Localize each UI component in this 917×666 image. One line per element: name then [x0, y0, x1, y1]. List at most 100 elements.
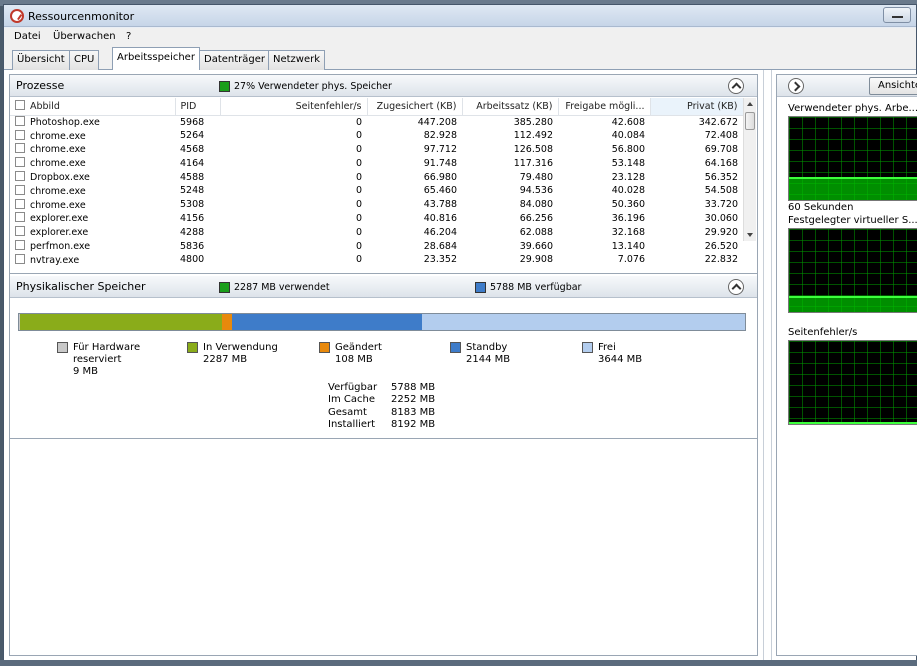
graph3-line	[789, 422, 917, 424]
tab-uebersicht[interactable]: Übersicht	[12, 50, 70, 70]
row-checkbox[interactable]	[15, 198, 25, 209]
table-row[interactable]: explorer.exe 4156 0 40.816 66.256 36.196 30.06…	[10, 212, 743, 226]
column-pid[interactable]: PID	[175, 98, 221, 116]
cell-5: 50.360	[611, 199, 645, 211]
menu-ueberwachen[interactable]: Überwachen	[53, 31, 116, 42]
row-checkbox[interactable]	[15, 116, 25, 127]
cell-2: 0	[355, 212, 362, 224]
views-button[interactable]: Ansichten	[869, 77, 917, 95]
resource-monitor-window: Ressourcenmonitor Datei Überwachen ? Übe…	[3, 4, 917, 661]
cell-6: 56.352	[704, 171, 738, 183]
table-row[interactable]: explorer.exe 4288 0 46.204 62.088 32.168 29.92…	[10, 225, 743, 239]
tab-cpu[interactable]: CPU	[69, 50, 100, 70]
row-checkbox[interactable]	[15, 212, 25, 223]
column-arbeitssatz[interactable]: Arbeitssatz (KB)	[462, 98, 559, 116]
tab-datentraeger[interactable]: Datenträger	[199, 50, 271, 70]
minimize-button[interactable]	[883, 7, 911, 23]
row-checkbox[interactable]	[15, 226, 25, 237]
table-row[interactable]: chrome.exe 5264 0 82.928 112.492 40.084 72.408	[10, 129, 743, 143]
table-row[interactable]: chrome.exe 5308 0 43.788 84.080 50.360 33.720	[10, 198, 743, 212]
cell-1: 5264	[180, 130, 205, 142]
tab-bar: Übersicht CPU Arbeitsspeicher Datenträge…	[4, 46, 916, 71]
row-checkbox[interactable]	[15, 171, 25, 182]
table-header-row: Abbild PID Seitenfehler/s Zugesichert (K…	[10, 98, 744, 116]
table-row[interactable]: perfmon.exe 5836 0 28.684 39.660 13.140 26.520	[10, 239, 743, 253]
left-pane: Prozesse 27% Verwendeter phys. Speicher …	[9, 74, 758, 656]
table-row[interactable]: chrome.exe 4568 0 97.712 126.508 56.800 69.708	[10, 143, 743, 157]
cell-3: 28.684	[423, 240, 457, 252]
processes-title: Prozesse	[16, 79, 65, 92]
graph3-label: Seitenfehler/s	[788, 327, 858, 338]
column-zugesichert[interactable]: Zugesichert (KB)	[367, 98, 463, 116]
process-name-cell: explorer.exe	[10, 225, 175, 239]
cell-4: 79.480	[519, 171, 553, 183]
used-summary: 2287 MB verwendet	[234, 282, 330, 293]
table-row[interactable]: chrome.exe 4164 0 91.748 117.316 53.148 64.168	[10, 156, 743, 170]
cell-4: 84.080	[519, 199, 553, 211]
column-freigabe[interactable]: Freigabe mögli...	[558, 98, 651, 116]
stat-total-value: 8183 MB	[391, 406, 436, 418]
page-faults-graph	[788, 340, 917, 425]
legend-in-use-value: 2287 MB	[203, 354, 248, 365]
legend-in-use-label: In Verwendung	[203, 342, 278, 353]
scroll-down-arrow-icon[interactable]	[747, 233, 753, 237]
cell-4: 385.280	[513, 116, 553, 128]
pane-splitter[interactable]	[763, 70, 772, 661]
cell-3: 40.816	[423, 212, 457, 224]
table-row[interactable]: chrome.exe 5248 0 65.460 94.536 40.028 54.508	[10, 184, 743, 198]
column-abbild[interactable]: Abbild	[10, 98, 176, 116]
cell-4: 66.256	[519, 212, 553, 224]
select-all-checkbox[interactable]	[15, 100, 25, 111]
tab-netzwerk[interactable]: Netzwerk	[268, 50, 326, 70]
process-name-cell: chrome.exe	[10, 184, 175, 198]
processes-scrollbar[interactable]	[743, 98, 756, 241]
title-bar[interactable]: Ressourcenmonitor	[4, 5, 916, 27]
legend-hardware-label2: reserviert	[73, 354, 122, 365]
graph2-fill	[789, 296, 917, 312]
cell-4: 62.088	[519, 226, 553, 238]
column-seitenfehler[interactable]: Seitenfehler/s	[220, 98, 368, 116]
table-row[interactable]: Dropbox.exe 4588 0 66.980 79.480 23.128 56.352	[10, 170, 743, 184]
toggle-graphs-icon[interactable]	[788, 78, 804, 94]
processes-header[interactable]: Prozesse 27% Verwendeter phys. Speicher	[10, 75, 757, 97]
row-checkbox[interactable]	[15, 143, 25, 154]
process-name: Dropbox.exe	[30, 172, 90, 184]
row-checkbox[interactable]	[15, 240, 25, 251]
graph1-time-label: 60 Sekunden	[788, 202, 854, 213]
table-row[interactable]: Photoshop.exe 5968 0 447.208 385.280 42.608 34…	[10, 115, 743, 129]
menu-bar: Datei Überwachen ?	[4, 28, 916, 46]
graph1-label: Verwendeter phys. Arbe...	[788, 103, 917, 114]
row-checkbox[interactable]	[15, 157, 25, 168]
cell-2: 0	[355, 199, 362, 211]
table-row[interactable]: nvtray.exe 4800 0 23.352 29.908 7.076 22.832	[10, 253, 743, 267]
legend-free-value: 3644 MB	[598, 354, 643, 365]
tab-arbeitsspeicher[interactable]: Arbeitsspeicher	[112, 47, 200, 71]
cell-3: 46.204	[423, 226, 457, 238]
row-checkbox[interactable]	[15, 129, 25, 140]
process-name-cell: Photoshop.exe	[10, 115, 175, 129]
cell-2: 0	[355, 240, 362, 252]
physical-memory-header[interactable]: Physikalischer Speicher 2287 MB verwende…	[10, 276, 757, 298]
collapse-physical-button[interactable]	[728, 279, 744, 295]
processes-panel: Prozesse 27% Verwendeter phys. Speicher …	[10, 75, 757, 274]
row-checkbox[interactable]	[15, 253, 25, 264]
column-privat[interactable]: Privat (KB)	[650, 98, 744, 116]
row-checkbox[interactable]	[15, 184, 25, 195]
scroll-thumb[interactable]	[745, 112, 755, 130]
menu-datei[interactable]: Datei	[14, 31, 41, 42]
cell-5: 56.800	[611, 143, 645, 155]
legend-modified-label: Geändert	[335, 342, 382, 353]
collapse-processes-button[interactable]	[728, 78, 744, 94]
cell-3: 43.788	[423, 199, 457, 211]
resource-monitor-icon	[10, 9, 24, 23]
graphs-header: Ansichten	[777, 75, 917, 97]
cell-5: 40.028	[611, 185, 645, 197]
cell-1: 4588	[180, 171, 205, 183]
scroll-up-arrow-icon[interactable]	[747, 102, 753, 106]
cell-3: 82.928	[423, 130, 457, 142]
commit-charge-graph	[788, 228, 917, 313]
menu-help[interactable]: ?	[126, 31, 131, 42]
legend-standby-value: 2144 MB	[466, 354, 511, 365]
process-name: nvtray.exe	[30, 254, 80, 266]
cell-1: 4156	[180, 212, 205, 224]
